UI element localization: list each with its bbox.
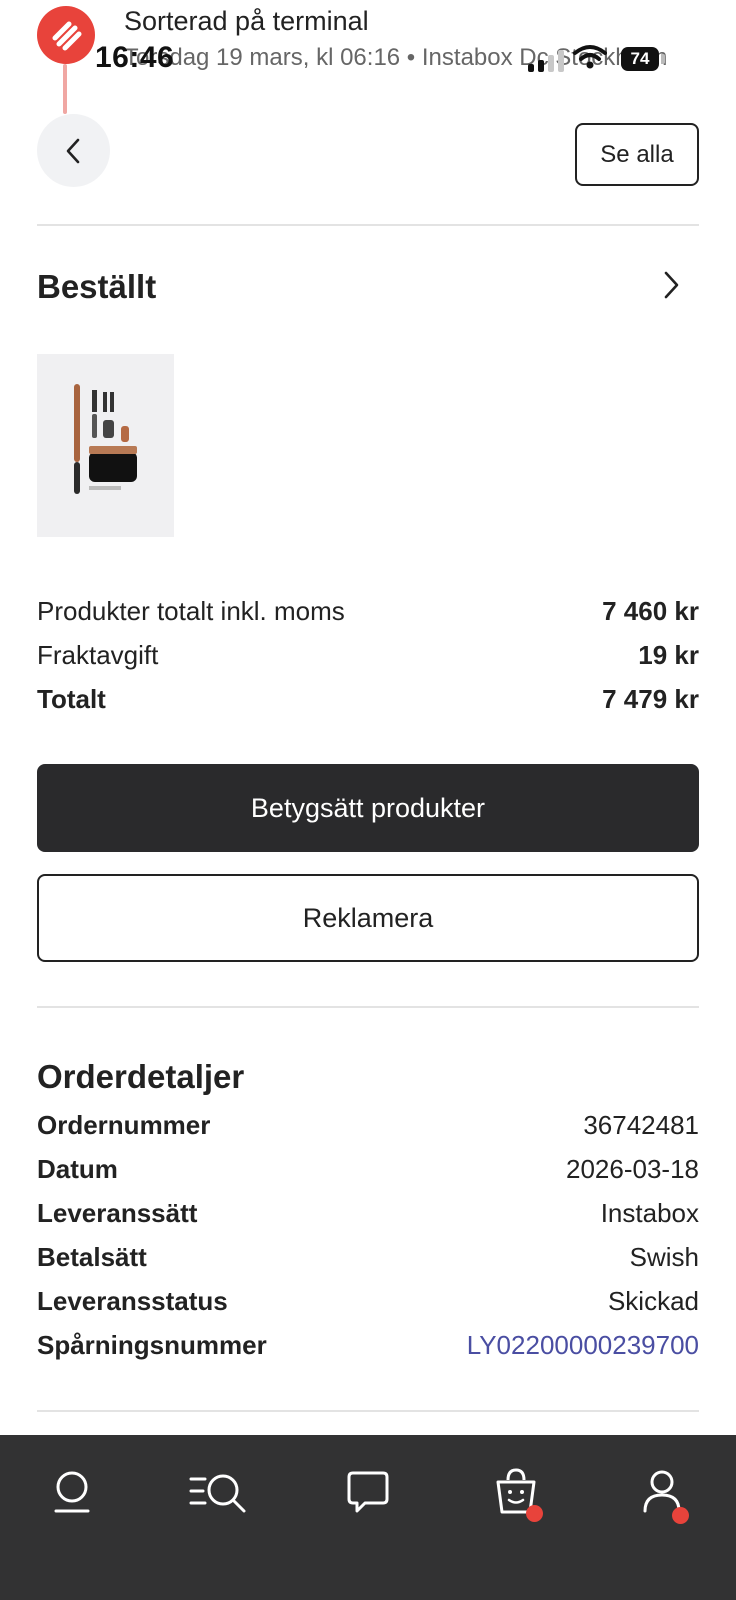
detail-value: 36742481	[583, 1110, 699, 1140]
detail-label: Ordernummer	[37, 1110, 211, 1140]
product-thumbnail[interactable]	[37, 354, 174, 537]
detail-label: Leveransstatus	[37, 1286, 228, 1316]
summary-row-total: Totalt 7 479 kr	[37, 684, 699, 715]
summary-row-shipping: Fraktavgift 19 kr	[37, 640, 699, 671]
status-bar-time: 16:46	[95, 41, 175, 74]
tab-chat[interactable]	[330, 1457, 406, 1527]
home-icon	[54, 1471, 90, 1513]
divider	[37, 1006, 699, 1008]
chevron-right-icon[interactable]	[660, 270, 682, 305]
detail-label: Leveranssätt	[37, 1198, 198, 1228]
cart-badge	[526, 1505, 543, 1522]
rate-products-button[interactable]: Betygsätt produkter	[37, 764, 699, 852]
back-button[interactable]	[37, 114, 110, 187]
divider	[37, 1410, 699, 1412]
detail-value: Skickad	[607, 1286, 699, 1316]
search-icon	[189, 1474, 246, 1513]
tracking-timeline-line	[63, 64, 67, 114]
bottom-tab-bar	[0, 1435, 736, 1600]
detail-row-tracking-number: Spårningsnummer LY02200000239700	[37, 1330, 699, 1361]
detail-row-delivery-method: Leveranssätt Instabox	[37, 1198, 699, 1229]
summary-label: Fraktavgift	[37, 640, 159, 670]
notification-title: Sorterad på terminal	[124, 6, 369, 36]
hair-styler-image	[74, 384, 137, 494]
wifi-icon	[573, 44, 607, 75]
summary-label: Produkter totalt inkl. moms	[37, 596, 345, 626]
detail-value: Swish	[629, 1242, 699, 1272]
detail-label: Datum	[37, 1154, 118, 1184]
detail-value: 2026-03-18	[566, 1154, 699, 1184]
order-details-title: Orderdetaljer	[37, 1058, 245, 1095]
summary-row-products: Produkter totalt inkl. moms 7 460 kr	[37, 596, 699, 627]
ordered-section-title: Beställt	[37, 268, 157, 305]
cellular-signal-icon	[528, 50, 564, 72]
tab-home[interactable]	[34, 1457, 110, 1527]
battery-level: 74	[630, 49, 650, 68]
tab-profile[interactable]	[624, 1457, 700, 1527]
detail-value: Instabox	[600, 1198, 699, 1228]
detail-label: Betalsätt	[37, 1242, 147, 1272]
summary-label: Totalt	[37, 684, 106, 714]
summary-value: 7 460 kr	[602, 596, 699, 626]
detail-row-date: Datum 2026-03-18	[37, 1154, 699, 1185]
profile-badge	[672, 1507, 689, 1524]
tracking-status-icon	[37, 6, 95, 64]
tab-search[interactable]	[180, 1457, 256, 1527]
battery-icon: 74	[621, 47, 659, 71]
chat-icon	[347, 1471, 389, 1513]
complain-button[interactable]: Reklamera	[37, 874, 699, 962]
battery-tip	[661, 54, 665, 64]
see-all-button[interactable]: Se alla	[575, 123, 699, 186]
detail-row-order-number: Ordernummer 36742481	[37, 1110, 699, 1141]
summary-value: 7 479 kr	[602, 684, 699, 714]
detail-row-delivery-status: Leveransstatus Skickad	[37, 1286, 699, 1317]
summary-value: 19 kr	[638, 640, 699, 670]
tab-cart[interactable]	[478, 1457, 554, 1527]
detail-label: Spårningsnummer	[37, 1330, 267, 1360]
tracking-number-link[interactable]: LY02200000239700	[467, 1330, 699, 1361]
divider	[37, 224, 699, 226]
detail-row-payment-method: Betalsätt Swish	[37, 1242, 699, 1273]
chevron-left-icon	[66, 138, 79, 163]
